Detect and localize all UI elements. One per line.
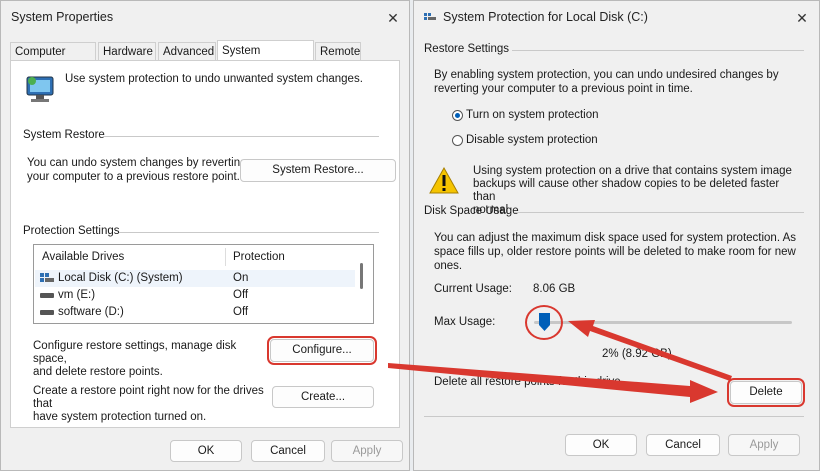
annotation-arrows — [388, 320, 732, 403]
annotation-arrow-to-delete — [388, 363, 718, 403]
annotation-arrow-to-slider — [568, 320, 732, 381]
